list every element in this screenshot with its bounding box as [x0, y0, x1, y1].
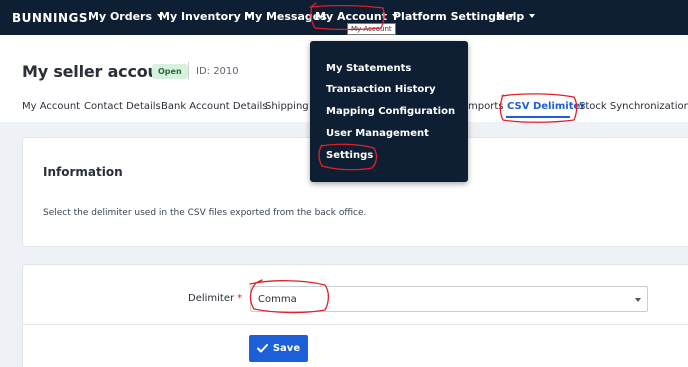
nav-label: My Inventory	[159, 10, 241, 23]
nav-label: My Account	[315, 10, 387, 23]
form-card	[22, 264, 688, 367]
save-button[interactable]: Save	[249, 335, 308, 362]
delimiter-label-text: Delimiter	[188, 293, 235, 304]
save-button-label: Save	[272, 343, 301, 354]
menu-item-user-management[interactable]: User Management	[326, 128, 429, 139]
brand-logo[interactable]: BUNNINGS	[12, 11, 88, 25]
delimiter-label: Delimiter *	[188, 293, 242, 304]
menu-item-my-statements[interactable]: My Statements	[326, 63, 411, 74]
menu-item-transaction-history[interactable]: Transaction History	[326, 84, 436, 95]
top-navbar: BUNNINGS My Orders My Inventory My Messa…	[0, 0, 688, 35]
seller-id: ID: 2010	[196, 66, 239, 77]
form-divider	[23, 324, 688, 325]
tab-imports[interactable]: mports	[468, 101, 503, 112]
nav-label: Platform Settings	[393, 10, 503, 23]
check-icon	[256, 344, 268, 353]
menu-item-settings[interactable]: Settings	[326, 150, 373, 161]
tab-bank-account-details[interactable]: Bank Account Details	[161, 101, 268, 112]
tab-my-account[interactable]: My Account	[22, 101, 80, 112]
chevron-down-icon	[529, 14, 536, 18]
nav-help[interactable]: Help	[496, 10, 536, 23]
delimiter-select[interactable]: Comma	[250, 286, 648, 312]
chevron-down-icon	[635, 298, 641, 302]
nav-my-inventory[interactable]: My Inventory	[159, 10, 252, 23]
menu-item-mapping-configuration[interactable]: Mapping Configuration	[326, 106, 455, 117]
info-title: Information	[43, 165, 123, 179]
nav-label: My Orders	[88, 10, 153, 23]
delimiter-select-value: Comma	[258, 294, 297, 305]
header-divider	[188, 62, 189, 80]
nav-my-orders[interactable]: My Orders	[88, 10, 164, 23]
tab-stock-synchronization[interactable]: Stock Synchronization	[579, 101, 688, 112]
info-description: Select the delimiter used in the CSV fil…	[43, 208, 367, 218]
status-badge: Open	[152, 64, 188, 79]
tooltip: My Account	[347, 23, 396, 35]
active-tab-indicator	[506, 116, 570, 118]
nav-label: Help	[496, 10, 525, 23]
required-marker: *	[237, 293, 243, 304]
account-dropdown-menu: My Statements Transaction History Mappin…	[310, 41, 468, 182]
nav-my-account[interactable]: My Account	[315, 10, 398, 23]
tab-contact-details[interactable]: Contact Details	[84, 101, 161, 112]
tab-csv-delimiter[interactable]: CSV Delimiter	[507, 101, 585, 112]
